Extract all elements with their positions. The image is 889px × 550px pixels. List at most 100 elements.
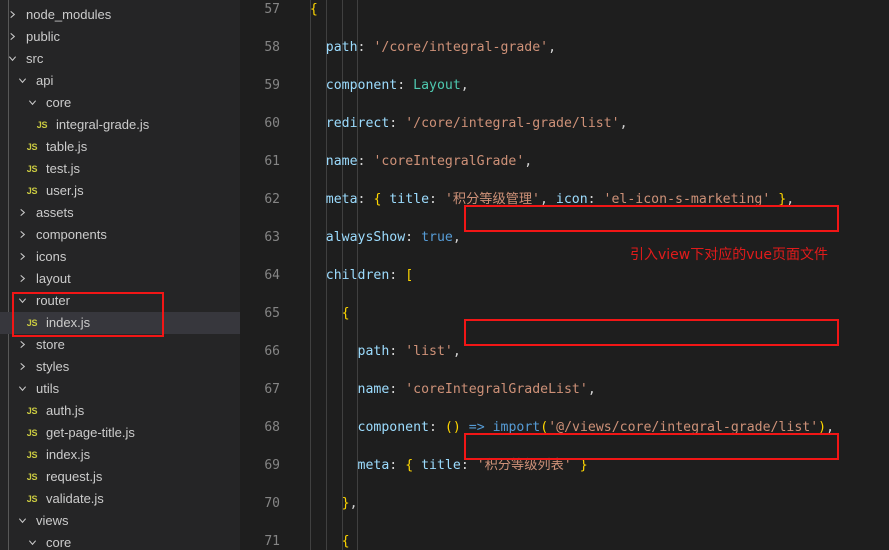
- code-text[interactable]: meta: { title: '积分等级列表' }: [294, 456, 588, 475]
- tree-item-label: layout: [36, 271, 71, 286]
- tree-item-index-js[interactable]: JS index.js: [0, 312, 240, 334]
- tree-item-label: icons: [36, 249, 67, 264]
- tree-item-label: core: [46, 535, 72, 550]
- code-line[interactable]: 70 },: [240, 494, 889, 513]
- tree-item-auth-js[interactable]: JS auth.js: [0, 400, 240, 422]
- tree-item-core[interactable]: core: [0, 532, 240, 550]
- js-file-icon: JS: [26, 428, 38, 438]
- js-file-icon: JS: [26, 142, 38, 152]
- tree-item-table-js[interactable]: JS table.js: [0, 136, 240, 158]
- chevron-right-icon[interactable]: [14, 202, 30, 224]
- chevron-right-icon[interactable]: [14, 356, 30, 378]
- chevron-down-icon[interactable]: [14, 510, 30, 532]
- code-text[interactable]: path: '/core/integral-grade',: [294, 38, 556, 57]
- code-text[interactable]: redirect: '/core/integral-grade/list',: [294, 114, 628, 133]
- chevron-right-icon[interactable]: [14, 224, 30, 246]
- line-number: 60: [264, 116, 280, 131]
- tree-item-styles[interactable]: styles: [0, 356, 240, 378]
- code-line[interactable]: 67 name: 'coreIntegralGradeList',: [240, 380, 889, 399]
- chevron-down-icon[interactable]: [14, 290, 30, 312]
- chevron-down-icon[interactable]: [24, 92, 40, 114]
- line-number: 63: [264, 230, 280, 245]
- tree-item-get-page-title-js[interactable]: JS get-page-title.js: [0, 422, 240, 444]
- chevron-right-icon[interactable]: [4, 26, 20, 48]
- tree-item-integral-grade-js[interactable]: JS integral-grade.js: [0, 114, 240, 136]
- line-number: 59: [264, 78, 280, 93]
- tree-item-label: test.js: [46, 161, 80, 176]
- code-line[interactable]: 59 component: Layout,: [240, 76, 889, 95]
- js-file-icon: JS: [26, 186, 38, 196]
- tree-item-validate-js[interactable]: JS validate.js: [0, 488, 240, 510]
- code-editor[interactable]: 57 { 58 path: '/core/integral-grade', 59 c…: [240, 0, 889, 550]
- code-text[interactable]: meta: { title: '积分等级管理', icon: 'el-icon-…: [294, 190, 794, 209]
- tree-item-label: components: [36, 227, 107, 242]
- js-file-icon: JS: [26, 164, 38, 174]
- chevron-right-icon[interactable]: [14, 334, 30, 356]
- tree-item-label: router: [36, 293, 70, 308]
- tree-item-label: store: [36, 337, 65, 352]
- tree-item-test-js[interactable]: JS test.js: [0, 158, 240, 180]
- code-line[interactable]: 69 meta: { title: '积分等级列表' }: [240, 456, 889, 475]
- code-line[interactable]: 71 {: [240, 532, 889, 550]
- line-number: 58: [264, 40, 280, 55]
- code-line[interactable]: 62 meta: { title: '积分等级管理', icon: 'el-ic…: [240, 190, 889, 209]
- line-number: 69: [264, 458, 280, 473]
- tree-item-store[interactable]: store: [0, 334, 240, 356]
- tree-item-api[interactable]: api: [0, 70, 240, 92]
- code-line[interactable]: 66 path: 'list',: [240, 342, 889, 361]
- code-text[interactable]: children: [: [294, 266, 413, 285]
- tree-item-request-js[interactable]: JS request.js: [0, 466, 240, 488]
- chevron-down-icon[interactable]: [14, 378, 30, 400]
- code-line[interactable]: 63 alwaysShow: true,: [240, 228, 889, 247]
- code-text[interactable]: component: () => import('@/views/core/in…: [294, 418, 835, 437]
- chevron-down-icon[interactable]: [24, 532, 40, 550]
- tree-item-label: request.js: [46, 469, 103, 484]
- code-line[interactable]: 57 {: [240, 0, 889, 19]
- chevron-right-icon[interactable]: [4, 4, 20, 26]
- code-text[interactable]: {: [294, 532, 350, 550]
- code-text[interactable]: },: [294, 494, 358, 513]
- tree-item-assets[interactable]: assets: [0, 202, 240, 224]
- tree-item-label: validate.js: [46, 491, 104, 506]
- tree-item-core[interactable]: core: [0, 92, 240, 114]
- code-text[interactable]: {: [294, 0, 318, 19]
- code-lines[interactable]: 57 { 58 path: '/core/integral-grade', 59 c…: [240, 0, 889, 550]
- tree-item-public[interactable]: public: [0, 26, 240, 48]
- code-line[interactable]: 58 path: '/core/integral-grade',: [240, 38, 889, 57]
- tree-item-user-js[interactable]: JS user.js: [0, 180, 240, 202]
- tree-item-label: user.js: [46, 183, 84, 198]
- code-text[interactable]: name: 'coreIntegralGrade',: [294, 152, 532, 171]
- tree-item-layout[interactable]: layout: [0, 268, 240, 290]
- file-explorer-sidebar[interactable]: node_modules public src api core JS integral-g…: [0, 0, 240, 550]
- tree-item-views[interactable]: views: [0, 510, 240, 532]
- code-line[interactable]: 68 component: () => import('@/views/core…: [240, 418, 889, 437]
- line-number: 71: [264, 534, 280, 549]
- tree-item-router[interactable]: router: [0, 290, 240, 312]
- tree-item-components[interactable]: components: [0, 224, 240, 246]
- chevron-down-icon[interactable]: [14, 70, 30, 92]
- code-line[interactable]: 64 children: [: [240, 266, 889, 285]
- tree-item-node_modules[interactable]: node_modules: [0, 4, 240, 26]
- code-text[interactable]: path: 'list',: [294, 342, 461, 361]
- chevron-down-icon[interactable]: [4, 48, 20, 70]
- code-text[interactable]: {: [294, 304, 350, 323]
- chevron-right-icon[interactable]: [14, 268, 30, 290]
- tree-item-label: assets: [36, 205, 74, 220]
- code-line[interactable]: 61 name: 'coreIntegralGrade',: [240, 152, 889, 171]
- tree-item-label: api: [36, 73, 54, 88]
- line-number: 61: [264, 154, 280, 169]
- chevron-right-icon[interactable]: [14, 246, 30, 268]
- tree-item-index-js[interactable]: JS index.js: [0, 444, 240, 466]
- code-line[interactable]: 60 redirect: '/core/integral-grade/list'…: [240, 114, 889, 133]
- file-tree[interactable]: node_modules public src api core JS integral-g…: [0, 4, 240, 550]
- js-file-icon: JS: [26, 318, 38, 328]
- code-text[interactable]: component: Layout,: [294, 76, 469, 95]
- tree-item-src[interactable]: src: [0, 48, 240, 70]
- code-text[interactable]: name: 'coreIntegralGradeList',: [294, 380, 596, 399]
- code-text[interactable]: alwaysShow: true,: [294, 228, 461, 247]
- code-line[interactable]: 65 {: [240, 304, 889, 323]
- tree-item-icons[interactable]: icons: [0, 246, 240, 268]
- tree-item-utils[interactable]: utils: [0, 378, 240, 400]
- js-file-icon: JS: [26, 494, 38, 504]
- tree-item-label: styles: [36, 359, 70, 374]
